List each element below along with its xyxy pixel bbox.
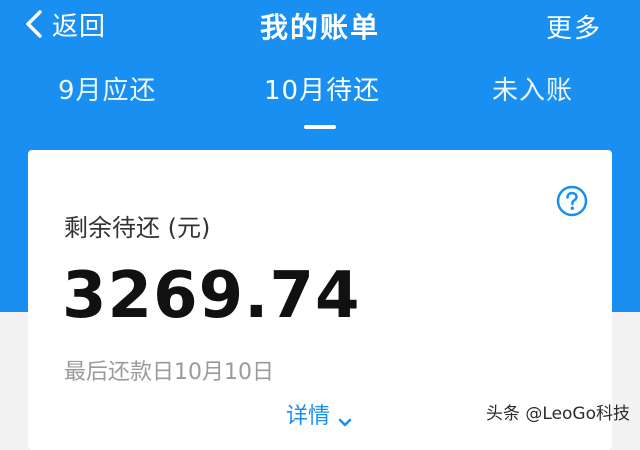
details-button[interactable]: 详情 <box>286 398 352 430</box>
chevron-down-icon <box>338 409 352 427</box>
month-tabs: 9月应还 10月待还 未入账 <box>0 70 640 130</box>
remaining-amount: 3269.74 <box>62 259 361 333</box>
due-date-text: 最后还款日10月10日 <box>64 360 274 385</box>
tab-october-pending[interactable]: 10月待还 <box>264 70 380 107</box>
active-tab-indicator <box>304 125 336 129</box>
navigation-bar: 返回 我的账单 更多 <box>0 0 640 50</box>
remaining-due-label: 剩余待还 (元) <box>64 214 211 242</box>
question-circle-icon[interactable] <box>556 185 588 217</box>
details-label: 详情 <box>286 404 331 429</box>
watermark: 头条 @LeoGo科技 <box>486 404 631 424</box>
more-button[interactable]: 更多 <box>546 8 602 45</box>
page-title: 我的账单 <box>259 11 380 44</box>
tab-unposted[interactable]: 未入账 <box>492 70 573 107</box>
tab-september-due[interactable]: 9月应还 <box>58 70 157 107</box>
